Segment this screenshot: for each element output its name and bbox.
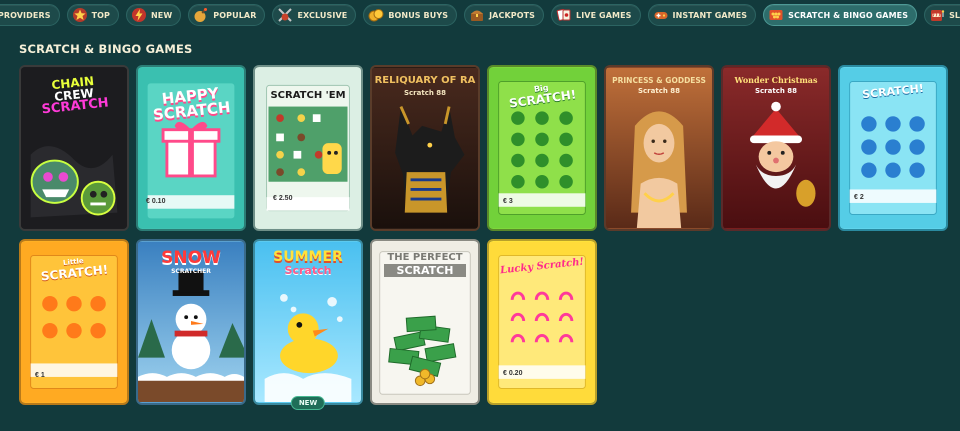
game-artwork (489, 242, 595, 402)
game-artwork (138, 242, 244, 402)
nav-label: PROVIDERS (0, 10, 51, 20)
nav-label: SLOTS (949, 10, 960, 20)
game-card-snow-scratcher[interactable]: SNOW SCRATCHER (136, 239, 246, 405)
scratch-ticket-icon (769, 10, 783, 20)
nav-label: INSTANT GAMES (672, 10, 748, 20)
nav-jackpots[interactable]: JACKPOTS (464, 4, 545, 26)
game-artwork (372, 242, 478, 402)
game-card-summer-scratch[interactable]: SUMMER Scratch NEW (253, 239, 363, 410)
playing-cards-icon (556, 8, 571, 21)
game-card-wonder-christmas[interactable]: Wonder Christmas Scratch 88 (721, 65, 831, 231)
nav-providers[interactable]: PROVIDERS (0, 4, 60, 26)
nav-scratch-bingo-games[interactable]: SCRATCH & BINGO GAMES (763, 4, 918, 26)
game-artwork (21, 242, 127, 402)
game-artwork (255, 68, 361, 228)
nav-label: NEW (151, 10, 173, 20)
nav-bonus-buys[interactable]: BONUS BUYS (363, 4, 458, 26)
game-artwork (372, 68, 478, 228)
game-card-reliquary-of-ra[interactable]: RELIQUARY OF RA Scratch 88 (370, 65, 480, 231)
game-card-scratch-blue[interactable]: SCRATCH! € 2 (838, 65, 948, 231)
nav-label: JACKPOTS (489, 10, 536, 20)
nav-new[interactable]: NEW (126, 4, 182, 26)
game-artwork (489, 68, 595, 228)
category-nav: PROVIDERS TOP NEW POPULAR EXCLUSIVE BONU… (0, 4, 960, 28)
crossed-swords-icon (278, 8, 293, 22)
game-card-little-scratch[interactable]: Little SCRATCH! € 1 (19, 239, 129, 405)
treasure-chest-icon (471, 10, 484, 21)
bomb-icon (194, 8, 208, 22)
game-card-chain-crew-scratch[interactable]: CHAIN CREW SCRATCH (19, 65, 129, 231)
game-card-lucky-scratch[interactable]: Lucky Scratch! € 0.20 (487, 239, 597, 405)
nav-label: POPULAR (213, 10, 257, 20)
nav-label: EXCLUSIVE (297, 10, 348, 20)
nav-slots[interactable]: 777 SLOTS (924, 4, 960, 26)
lightning-icon (132, 8, 146, 22)
game-artwork (138, 68, 244, 228)
coins-icon (368, 9, 384, 22)
nav-exclusive[interactable]: EXCLUSIVE (272, 4, 357, 26)
slot-machine-icon: 777 (931, 10, 945, 21)
section-title: SCRATCH & BINGO GAMES (19, 42, 193, 56)
star-icon (72, 8, 87, 22)
game-artwork (255, 242, 361, 402)
game-artwork (723, 68, 829, 228)
gamepad-icon (654, 12, 667, 19)
game-artwork (606, 68, 712, 228)
nav-label: BONUS BUYS (388, 10, 449, 20)
game-artwork (21, 68, 127, 228)
game-card-scratch-em[interactable]: SCRATCH 'EM € 2.50 (253, 65, 363, 231)
svg-text:777: 777 (932, 12, 941, 17)
nav-instant-games[interactable]: INSTANT GAMES (647, 4, 757, 26)
nav-top[interactable]: TOP (66, 4, 119, 26)
nav-label: TOP (91, 10, 110, 20)
nav-label: LIVE GAMES (576, 10, 632, 20)
game-card-the-perfect-scratch[interactable]: THE PERFECT SCRATCH (370, 239, 480, 405)
nav-popular[interactable]: POPULAR (188, 4, 266, 26)
game-artwork (840, 68, 946, 228)
game-card-happy-scratch[interactable]: HAPPY SCRATCH € 0.10 (136, 65, 246, 231)
games-grid: CHAIN CREW SCRATCH HAPPY SCRATCH € 0.10 (19, 65, 948, 410)
new-badge: NEW (290, 396, 326, 410)
game-card-big-scratch[interactable]: Big SCRATCH! € 3 (487, 65, 597, 231)
nav-live-games[interactable]: LIVE GAMES (551, 4, 641, 26)
game-card-princess-goddess[interactable]: PRINCESS & GODDESS Scratch 88 (604, 65, 714, 231)
nav-label: SCRATCH & BINGO GAMES (788, 10, 909, 20)
